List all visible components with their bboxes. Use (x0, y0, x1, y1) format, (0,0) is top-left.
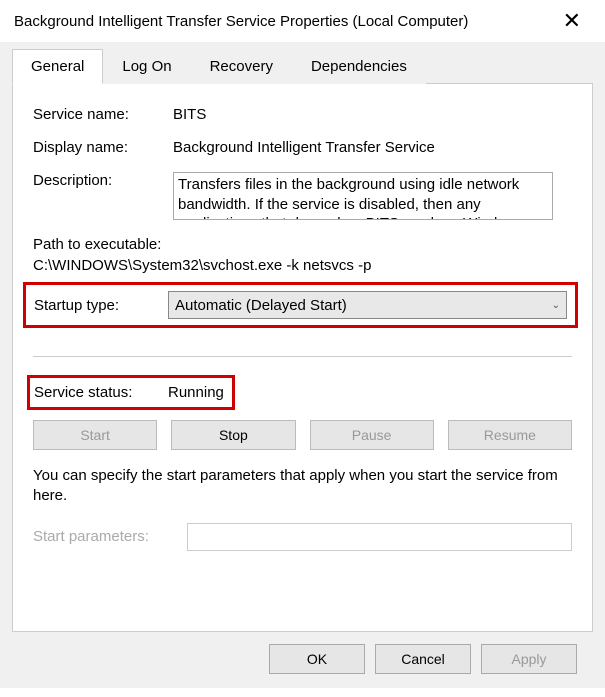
tab-recovery[interactable]: Recovery (191, 49, 292, 84)
service-status-label: Service status: (34, 384, 168, 401)
tab-dependencies[interactable]: Dependencies (292, 49, 426, 84)
general-panel: Service name: BITS Display name: Backgro… (12, 84, 593, 632)
service-properties-dialog: Background Intelligent Transfer Service … (0, 0, 605, 697)
path-value: C:\WINDOWS\System32\svchost.exe -k netsv… (33, 257, 572, 274)
start-params-row: Start parameters: (33, 523, 572, 551)
startup-type-label: Startup type: (34, 297, 168, 314)
startup-type-dropdown[interactable]: Automatic (Delayed Start) ⌄ (168, 291, 567, 319)
chevron-down-icon: ⌄ (552, 300, 560, 311)
display-name-value: Background Intelligent Transfer Service (173, 139, 572, 156)
service-status-highlight: Service status: Running (27, 375, 235, 410)
description-textbox[interactable]: Transfers files in the background using … (173, 172, 553, 220)
cancel-button[interactable]: Cancel (375, 644, 471, 674)
service-status-value: Running (168, 384, 224, 401)
pause-button[interactable]: Pause (310, 420, 434, 450)
close-button[interactable]: ✕ (553, 8, 591, 34)
service-name-value: BITS (173, 106, 572, 123)
resume-button[interactable]: Resume (448, 420, 572, 450)
start-params-help-text: You can specify the start parameters tha… (33, 466, 572, 507)
tab-log-on[interactable]: Log On (103, 49, 190, 84)
divider (33, 356, 572, 357)
dialog-footer: OK Cancel Apply (12, 632, 593, 688)
service-name-label: Service name: (33, 106, 173, 123)
path-block: Path to executable: C:\WINDOWS\System32\… (33, 236, 572, 274)
service-control-buttons: Start Stop Pause Resume (33, 420, 572, 450)
service-name-row: Service name: BITS (33, 106, 572, 123)
startup-type-value: Automatic (Delayed Start) (175, 297, 347, 314)
start-button[interactable]: Start (33, 420, 157, 450)
tab-strip: General Log On Recovery Dependencies (12, 48, 593, 84)
ok-button[interactable]: OK (269, 644, 365, 674)
tab-general[interactable]: General (12, 49, 103, 84)
start-params-label: Start parameters: (33, 528, 187, 545)
display-name-label: Display name: (33, 139, 173, 156)
apply-button[interactable]: Apply (481, 644, 577, 674)
titlebar: Background Intelligent Transfer Service … (0, 0, 605, 42)
display-name-row: Display name: Background Intelligent Tra… (33, 139, 572, 156)
dialog-title: Background Intelligent Transfer Service … (14, 13, 468, 30)
startup-type-highlight: Startup type: Automatic (Delayed Start) … (23, 282, 578, 328)
stop-button[interactable]: Stop (171, 420, 295, 450)
path-label: Path to executable: (33, 236, 572, 253)
tab-area: General Log On Recovery Dependencies Ser… (0, 42, 605, 688)
close-icon: ✕ (563, 8, 581, 33)
start-params-input[interactable] (187, 523, 572, 551)
description-label: Description: (33, 172, 173, 220)
description-row: Description: Transfers files in the back… (33, 172, 572, 220)
